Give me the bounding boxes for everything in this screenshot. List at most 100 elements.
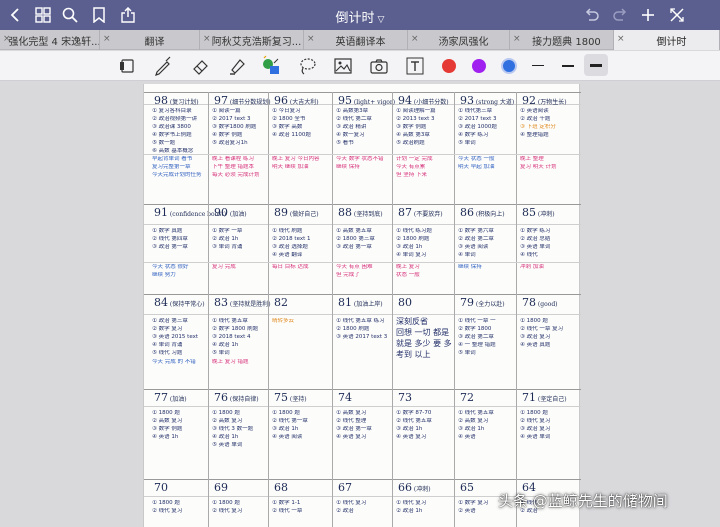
- tab-yingyu-fanyi[interactable]: × 英语翻译本: [304, 30, 408, 50]
- redo-icon[interactable]: [610, 5, 630, 25]
- task-item: ① 英语阅读: [520, 108, 549, 114]
- task-item: 晴转多云: [272, 318, 295, 324]
- tab-aqiu-fuxi[interactable]: × 阿秋艾克浩斯复习...: [200, 30, 304, 50]
- day-note: 每天 必须 完成计划: [212, 172, 260, 178]
- reader-mode-icon[interactable]: [116, 55, 138, 77]
- medium-line-option[interactable]: [562, 65, 574, 67]
- day-note: 计划 一定 完成: [396, 156, 433, 162]
- column-divider: [454, 389, 455, 479]
- close-tab-icon[interactable]: ×: [203, 34, 211, 44]
- task-item: ② 政治 1h: [396, 508, 423, 514]
- title-bar: 倒计时 ▽: [0, 0, 720, 30]
- close-tab-icon[interactable]: ×: [103, 34, 111, 44]
- column-divider: [516, 204, 517, 294]
- task-item: ④ 单词 背诵: [152, 342, 183, 348]
- task-item: ④ 英语 单词: [520, 434, 551, 440]
- column-divider: [454, 204, 455, 294]
- color-red-swatch[interactable]: [442, 59, 456, 73]
- task-item: ② 数学 1800 刷题: [212, 326, 259, 332]
- task-item: ④ 数学 练习: [458, 132, 489, 138]
- day-number: 83 (坚持就是胜利): [214, 296, 271, 309]
- day-number: 84 (保持平常心): [154, 296, 205, 309]
- shapes-icon[interactable]: [260, 55, 282, 77]
- highlighter-icon[interactable]: [226, 55, 248, 77]
- task-item: ① 线代 练习题: [396, 228, 432, 234]
- column-divider: [454, 479, 455, 527]
- task-item: ④ 英语: [458, 434, 476, 440]
- task-item: ① 1800 题: [152, 500, 180, 506]
- task-item: ① 线代 第五章: [458, 410, 494, 416]
- day-note: 今天 有点累: [396, 164, 426, 170]
- task-item: ① 数学 真题: [152, 228, 183, 234]
- tab-daojishi[interactable]: × 倒计时: [614, 30, 720, 50]
- tab-qianghua-wanxing[interactable]: × 强化完型 4 宋逸轩...: [0, 30, 100, 50]
- day-note: 晚上 复习 错题: [212, 359, 249, 365]
- thick-line-option-selected[interactable]: [584, 54, 608, 76]
- day-motto: (积极向上): [474, 211, 505, 218]
- day-note: 但 坚持 下来: [396, 172, 427, 178]
- task-item: ② 1800 全书: [272, 116, 306, 122]
- camera-icon[interactable]: [368, 55, 390, 77]
- column-divider: [268, 204, 269, 294]
- column-divider: [208, 389, 209, 479]
- day-number: 94 (小细节分数): [398, 94, 449, 107]
- tab-jieli-tidian[interactable]: × 接力题典 1800: [510, 30, 614, 50]
- task-item: ④ 单词: [458, 252, 476, 258]
- column-divider: [332, 479, 333, 527]
- task-item: ③ 英语 2017 text 3: [336, 334, 388, 340]
- close-tab-icon[interactable]: ×: [411, 34, 419, 44]
- column-divider: [332, 294, 333, 389]
- text-box-icon[interactable]: [404, 55, 426, 77]
- day-motto: (strong 大道): [474, 99, 515, 106]
- day-note: 今天完成计划的任务: [152, 172, 202, 178]
- day-number-text: 95: [338, 94, 352, 107]
- day-motto: (加油上岸): [352, 301, 383, 308]
- fullscreen-off-icon[interactable]: [667, 5, 687, 25]
- image-insert-icon[interactable]: [332, 55, 354, 77]
- day-note: 晚上 复习: [396, 264, 420, 270]
- day-number: 95 (light+ vigor): [338, 94, 395, 107]
- color-blue-swatch-selected[interactable]: [501, 58, 517, 74]
- tab-tangjiafeng[interactable]: × 汤家凤强化: [408, 30, 510, 50]
- pen-icon[interactable]: [152, 55, 174, 77]
- task-item: ② 2017 text 3: [458, 116, 497, 122]
- day-number-text: 77: [154, 391, 168, 404]
- close-tab-icon[interactable]: ×: [3, 34, 11, 44]
- add-page-icon[interactable]: [638, 5, 658, 25]
- task-item: ① 数学 第六章: [458, 228, 494, 234]
- eraser-icon[interactable]: [190, 55, 212, 77]
- thin-line-option[interactable]: [532, 65, 544, 66]
- tab-fanyi[interactable]: × 翻译: [100, 30, 200, 50]
- task-item: ④ 政治 1h: [212, 434, 239, 440]
- task-item: 深刻反省: [396, 317, 428, 326]
- task-item: ④ 英语 翻译: [272, 252, 303, 258]
- task-item: 回想 一切 都是: [396, 328, 450, 337]
- color-purple-swatch[interactable]: [472, 59, 486, 73]
- task-item: ① 数学 一章: [212, 228, 243, 234]
- task-item: ⑤ 单词: [458, 140, 476, 146]
- day-note: 早起背单词 看书: [152, 156, 193, 162]
- close-tab-icon[interactable]: ×: [513, 34, 521, 44]
- day-number-text: 65: [460, 481, 474, 494]
- day-note: 但 完成了: [336, 272, 360, 278]
- column-divider: [268, 294, 269, 389]
- task-item: ① 数学 87-70: [396, 410, 432, 416]
- task-item: ① 线代 第五章: [212, 318, 248, 324]
- day-number-text: 66: [398, 481, 412, 494]
- close-tab-icon[interactable]: ×: [617, 34, 625, 44]
- countdown-page[interactable]: 98 (复习计划) ① 复习各科目录 ② 政治视频第一讲 ③ 政治课 3800 ④ 数学…: [143, 84, 581, 527]
- lasso-icon[interactable]: [296, 55, 318, 77]
- task-item: ⑤ 线代 习题: [152, 350, 183, 356]
- task-item: ④ 单词 复习: [396, 252, 427, 258]
- task-item: ③ 线代 3 数一题: [212, 426, 254, 432]
- task-item: ① 高数第3章: [336, 108, 369, 114]
- day-motto: (冲刺): [536, 211, 555, 218]
- day-number: 98 (复习计划): [154, 94, 199, 107]
- close-tab-icon[interactable]: ×: [307, 34, 315, 44]
- task-item: ② 线代 一章 复习: [520, 326, 564, 332]
- day-motto: (做好自己): [288, 211, 319, 218]
- task-item: ⑤ 政治复习1h: [212, 140, 248, 146]
- undo-icon[interactable]: [582, 5, 602, 25]
- task-item: ③ 政治 1h: [396, 244, 423, 250]
- day-number: 97 (细节分数规划): [214, 94, 271, 107]
